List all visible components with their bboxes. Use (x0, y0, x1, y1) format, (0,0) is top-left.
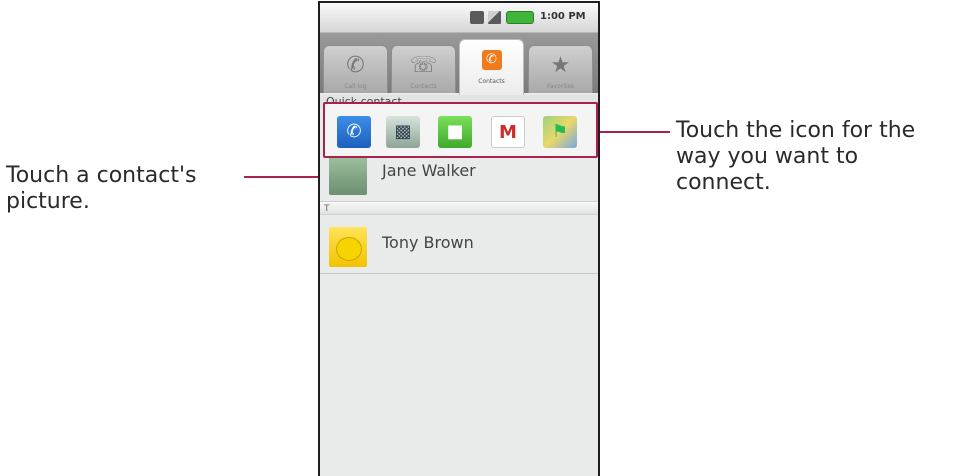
contact-picture-tony[interactable] (329, 227, 367, 267)
phone-screen: 1:00 PM ✆ Call log ☏ Contacts ★ Favorite… (318, 1, 600, 476)
contact-card-action-icon[interactable]: ▩ (386, 116, 420, 148)
contact-name: Tony Brown (382, 233, 474, 252)
callout-touch-picture: Touch a contact's picture. (6, 163, 197, 214)
tab-label: Call log (344, 83, 367, 90)
callout-touch-icon: Touch the icon for the way you want to c… (676, 118, 916, 195)
star-icon: ★ (550, 53, 571, 78)
sms-action-icon[interactable]: ■ (438, 116, 472, 148)
tab-label: Contacts (410, 83, 437, 90)
status-time: 1:00 PM (540, 11, 586, 22)
status-bar: 1:00 PM (320, 3, 598, 33)
tab-call-log[interactable]: ✆ Call log (323, 45, 388, 93)
tab-contacts-active[interactable]: ✆ Contacts (459, 39, 524, 95)
phone-icon: ✆ (346, 53, 365, 78)
signal-icon (488, 11, 501, 24)
tab-label: Favorites (546, 83, 575, 90)
notification-icon (470, 11, 484, 24)
contact-name: Jane Walker (382, 161, 476, 180)
call-action-icon[interactable]: ✆ (337, 116, 371, 148)
dialer-icon: ✆ (481, 50, 502, 70)
leader-line-right (598, 131, 670, 133)
tab-label: Contacts (478, 78, 505, 85)
gmail-action-icon[interactable]: M (491, 116, 525, 148)
tab-contacts[interactable]: ☏ Contacts (391, 45, 456, 93)
smiley-icon (336, 237, 362, 261)
contact-picture-jane[interactable] (329, 155, 367, 195)
quick-contact-badge: ✆ ▩ ■ M ⚑ (323, 102, 598, 158)
map-action-icon[interactable]: ⚑ (543, 116, 577, 148)
contact-row-tony-brown[interactable]: Tony Brown (320, 219, 598, 274)
tab-bar: ✆ Call log ☏ Contacts ★ Favorites ✆ Cont… (320, 33, 598, 95)
letter-divider: T (320, 201, 598, 215)
tab-favorites[interactable]: ★ Favorites (528, 45, 593, 93)
contacts-icon: ☏ (409, 53, 438, 78)
battery-icon (506, 11, 534, 24)
